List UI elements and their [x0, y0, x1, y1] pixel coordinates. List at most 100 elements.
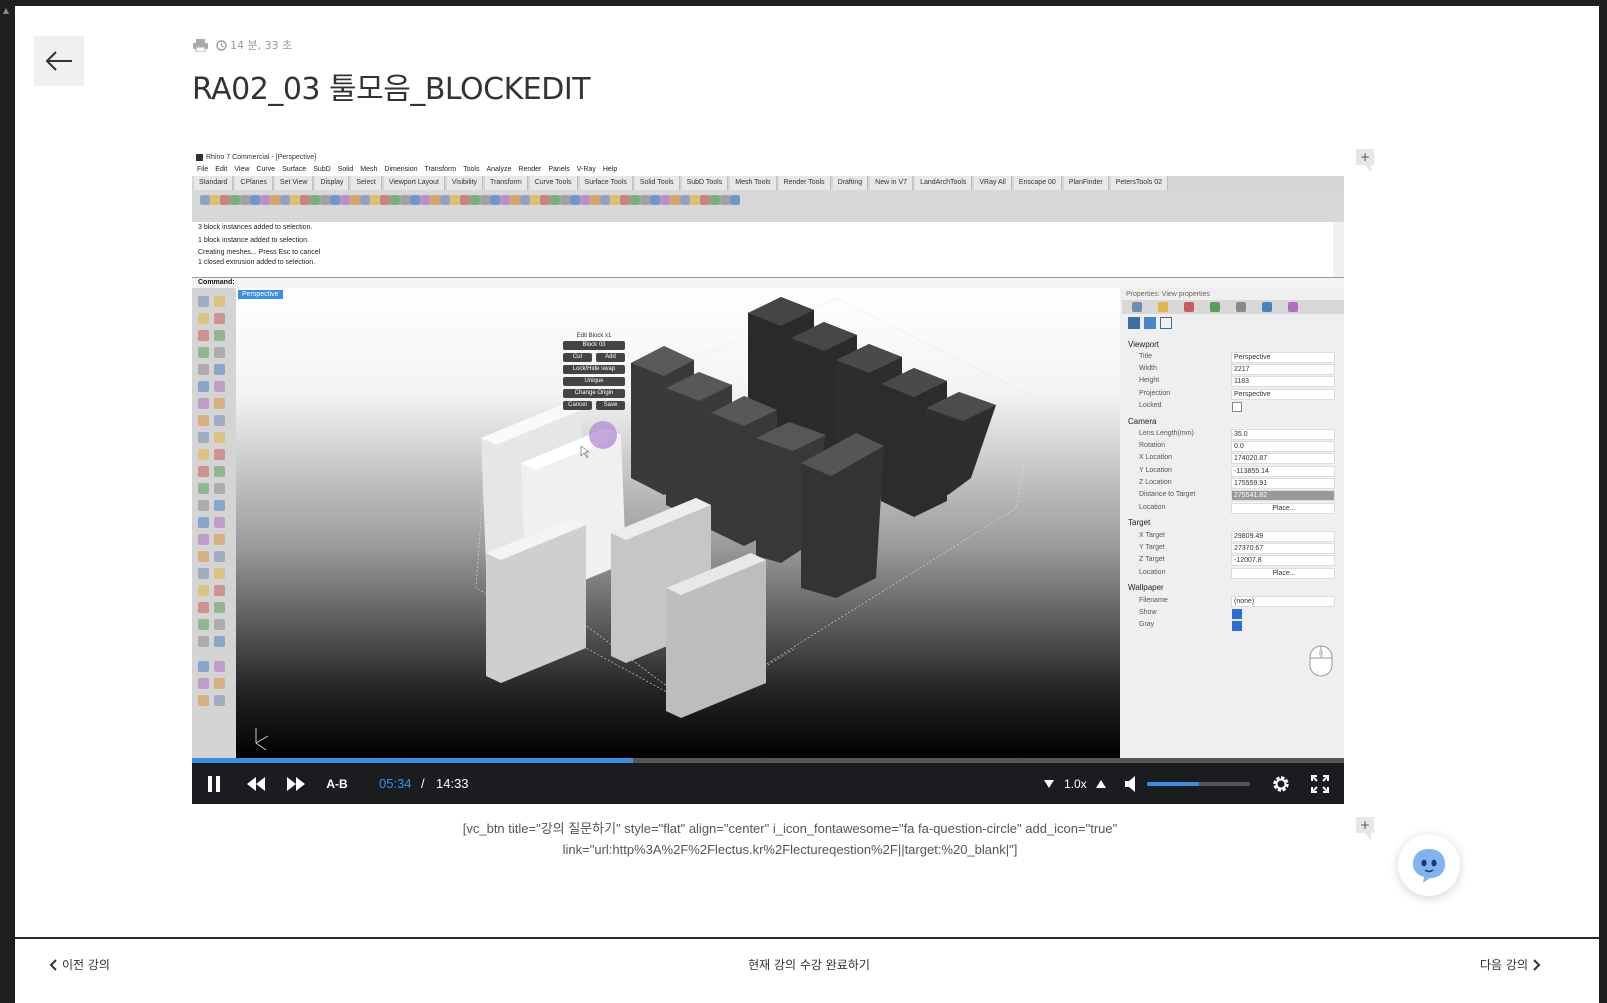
left-tool-icon — [214, 551, 225, 562]
toolbar-icon — [630, 195, 640, 205]
question-button-shortcode: [vc_btn title="강의 질문하기" style="flat" ali… — [315, 818, 1265, 860]
shortcode-line: link="url:http%3A%2F%2Flectus.kr%2Flectu… — [562, 842, 1018, 857]
left-tool-icon — [214, 517, 225, 528]
lesson-meta: 14 분, 33 초 — [193, 37, 292, 53]
volume-button[interactable] — [1122, 763, 1140, 804]
toolbar-icon — [570, 195, 580, 205]
rewind-icon — [247, 776, 265, 791]
lesson-duration: 14 분, 33 초 — [230, 39, 293, 52]
pause-button[interactable] — [200, 763, 228, 804]
prop-label: Distance to Target — [1139, 491, 1196, 498]
chat-button[interactable] — [1398, 834, 1460, 896]
toolbar-tab: Standard — [194, 176, 234, 190]
prop-row: Y Location -113855.14 — [1122, 466, 1344, 478]
toolbar-icon — [720, 195, 730, 205]
left-tool-icon — [198, 517, 209, 528]
toolbar-icon — [250, 195, 260, 205]
gray-checkbox — [1232, 621, 1242, 631]
rhino-left-toolbar — [192, 288, 236, 759]
left-tool-icon — [214, 483, 225, 494]
toolbar-tab: Drafting — [832, 176, 869, 190]
back-button[interactable] — [34, 36, 84, 86]
prop-value: Perspective — [1231, 352, 1335, 363]
prop-label: Gray — [1139, 621, 1155, 628]
rewind-button[interactable] — [242, 763, 270, 804]
prop-row: Rotation 0.0 — [1122, 441, 1344, 453]
menu-item: Help — [602, 166, 618, 173]
properties-header: Properties: View properties — [1126, 291, 1210, 298]
viewport-section-title: Viewport — [1128, 340, 1159, 349]
toolbar-icon — [230, 195, 240, 205]
fullscreen-button[interactable] — [1308, 763, 1332, 804]
settings-button[interactable] — [1269, 763, 1293, 804]
toolbar-icon — [480, 195, 490, 205]
shortcode-line: [vc_btn title="강의 질문하기" style="flat" ali… — [462, 821, 1118, 836]
add-row-button[interactable]: + — [1356, 817, 1374, 840]
properties-tab-icon — [1132, 302, 1142, 312]
prop-label: Location — [1139, 569, 1166, 576]
prop-label: Lens Length(mm) — [1139, 430, 1194, 437]
menu-item: Curve — [256, 166, 276, 173]
left-tool-icon — [214, 466, 225, 477]
block-name-field: Block 03 — [563, 341, 625, 350]
left-tool-icon — [214, 398, 225, 409]
left-tool-icon — [198, 500, 209, 511]
toolbar-tab: Solid Tools — [634, 176, 680, 190]
left-tool-icon — [214, 585, 225, 596]
wallpaper-section-title: Wallpaper — [1128, 583, 1164, 592]
scroll-up-arrow[interactable]: ▲ — [0, 6, 12, 18]
left-tool-icon — [214, 330, 225, 341]
video-player[interactable]: Rhino 7 Commercial - [Perspective] – ❐ ✕… — [192, 151, 1344, 804]
prop-label: Z Location — [1139, 479, 1172, 486]
prop-value: 0.0 — [1231, 441, 1335, 452]
speed-up-button[interactable] — [1094, 763, 1108, 804]
toolbar-icon — [540, 195, 550, 205]
left-tool-icon — [198, 568, 209, 579]
toolbar-icon — [440, 195, 450, 205]
printer-icon[interactable] — [193, 38, 208, 52]
frame-icon — [1160, 317, 1172, 329]
ab-repeat-button[interactable]: A-B — [322, 763, 352, 804]
left-tool-icon — [198, 602, 209, 613]
left-tool-icon — [198, 636, 209, 647]
add-row-button[interactable]: + — [1356, 149, 1374, 172]
speed-down-button[interactable] — [1042, 763, 1056, 804]
next-lesson-link[interactable]: 다음 강의 — [1480, 956, 1541, 973]
speaker-icon — [1125, 775, 1135, 792]
menu-item: Panels — [548, 166, 570, 173]
properties-tab-icon — [1288, 302, 1298, 312]
camera-icon — [1128, 317, 1140, 329]
forward-button[interactable] — [282, 763, 310, 804]
menu-item: File — [197, 166, 209, 173]
left-tool-icon — [198, 466, 209, 477]
toolbar-icon — [690, 195, 700, 205]
toolbar-icon — [320, 195, 330, 205]
toolbar-icon — [450, 195, 460, 205]
toolbar-icon — [260, 195, 270, 205]
prop-label: X Location — [1139, 454, 1173, 461]
prop-value: 2217 — [1231, 364, 1335, 375]
left-tool-icon — [198, 364, 209, 375]
left-tool-icon — [198, 534, 209, 545]
toolbar-icon — [710, 195, 720, 205]
menu-item: Surface — [282, 166, 307, 173]
left-tool-icon — [198, 661, 209, 672]
left-tool-icon — [214, 432, 225, 443]
toolbar-icon — [590, 195, 600, 205]
page-title: RA02_03 툴모음_BLOCKEDIT — [192, 72, 591, 107]
rhino-command-line: Command: — [192, 277, 1344, 287]
menu-item: Mesh — [360, 166, 378, 173]
volume-slider[interactable] — [1147, 782, 1250, 786]
toolbar-icon — [640, 195, 650, 205]
rhino-titlebar: Rhino 7 Commercial - [Perspective] – ❐ ✕ — [192, 151, 1344, 176]
toolbar-icon — [620, 195, 630, 205]
rhino-window-title: Rhino 7 Commercial - [Perspective] — [206, 154, 317, 161]
block-cancel-button: Cancel — [563, 401, 592, 410]
toolbar-icon — [490, 195, 500, 205]
complete-lesson-button[interactable]: 현재 강의 수강 완료하기 — [15, 956, 1599, 973]
left-tool-icon — [198, 415, 209, 426]
toolbar-tab: Enscape 00 — [1013, 176, 1062, 190]
menu-item: Transform — [424, 166, 457, 173]
prop-label: Projection — [1139, 390, 1171, 397]
triangle-down-icon — [1044, 779, 1054, 788]
